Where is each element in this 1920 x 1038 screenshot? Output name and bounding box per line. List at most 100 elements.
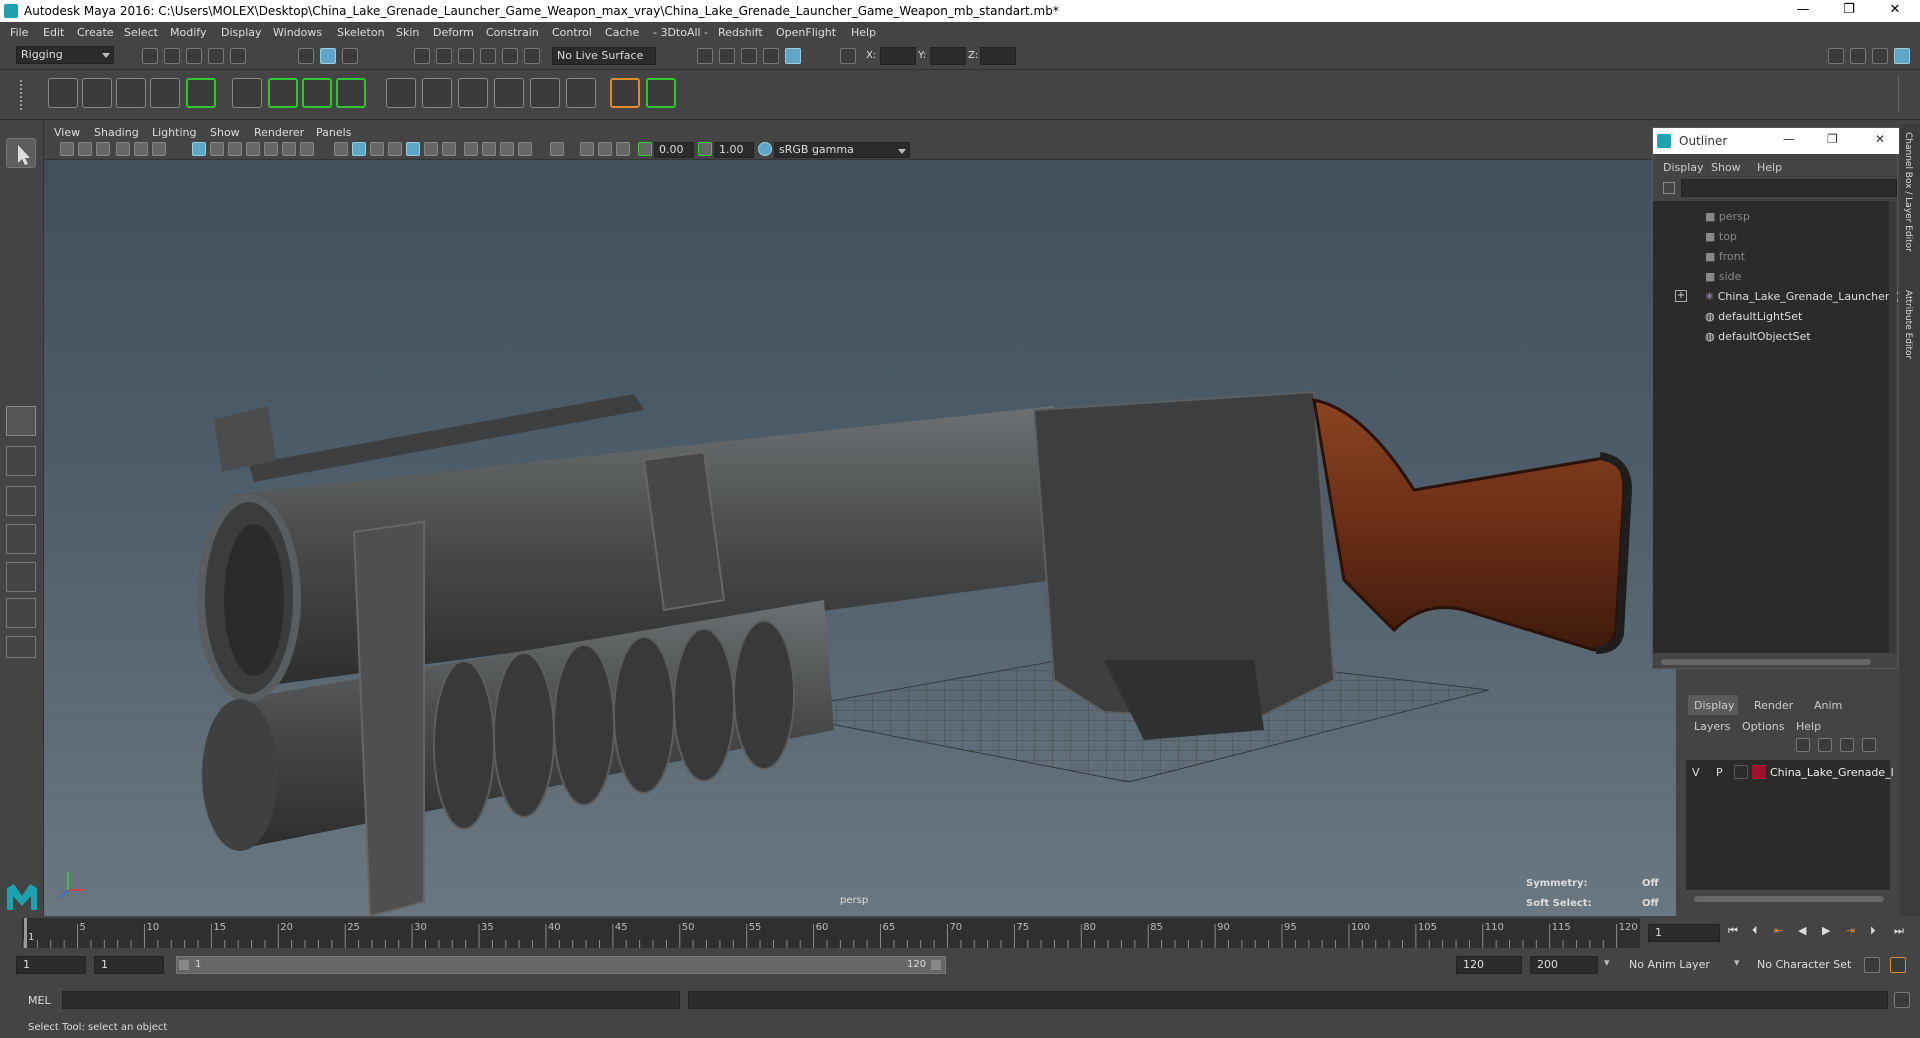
snap-magnet-icon[interactable] [524,48,540,64]
wireframe-icon[interactable] [334,142,348,156]
viewport-menu-show[interactable]: Show [210,126,240,139]
rotate-tool-icon[interactable] [6,272,36,302]
layer-visibility-toggle[interactable]: V [1692,766,1700,779]
go-to-end-icon[interactable]: ⏭ [1894,924,1904,938]
exposure-icon[interactable] [638,142,652,156]
cluster-icon[interactable] [336,78,366,108]
backface-culling-icon[interactable] [616,142,630,156]
bookmark-icon[interactable] [96,142,110,156]
depth-of-field-icon[interactable] [518,142,532,156]
select-hierarchy-icon[interactable] [298,48,314,64]
outliner-item-default-light-set[interactable]: ◍ defaultLightSet [1705,310,1802,323]
colorspace-dropdown[interactable]: sRGB gamma [774,142,910,158]
current-time-marker[interactable] [24,918,27,948]
layer-menu-options[interactable]: Options [1742,720,1784,733]
shadows-icon[interactable] [442,142,456,156]
undo-icon[interactable] [208,48,224,64]
scale-constraint-icon[interactable] [494,78,524,108]
script-editor-icon[interactable] [1894,992,1910,1008]
bind-skin-icon[interactable] [232,78,262,108]
menu-openflight[interactable]: OpenFlight [776,26,836,39]
outliner-item-model[interactable]: ✳ China_Lake_Grenade_Launcher_( [1705,290,1899,303]
tab-attribute-editor[interactable]: Attribute Editor [1903,290,1913,359]
outliner-vertical-scrollbar[interactable] [1889,201,1897,653]
outliner-menu-show[interactable]: Show [1711,161,1741,174]
outliner-item-top[interactable]: ■ top [1705,230,1737,243]
layer-type-toggle[interactable] [1734,765,1748,779]
film-gate-icon[interactable] [210,142,224,156]
single-perspective-layout-icon[interactable] [6,406,36,436]
resolution-gate-icon[interactable] [228,142,242,156]
new-scene-icon[interactable] [142,48,158,64]
step-forward-frame-icon[interactable]: ⇥ [1846,924,1855,937]
persp-graph-layout-icon[interactable] [6,562,36,592]
menu-redshift[interactable]: Redshift [718,26,763,39]
end-time-field[interactable]: 200 [1530,956,1598,974]
menu-windows[interactable]: Windows [273,26,322,39]
lasso-tool-icon[interactable] [6,172,36,202]
new-layer-selected-icon[interactable] [1862,738,1876,752]
smooth-shade-icon[interactable] [352,142,366,156]
xray-icon[interactable] [388,142,402,156]
ipr-render-icon[interactable] [741,48,757,64]
shelf-scroll-icon[interactable] [1898,76,1910,112]
move-layer-down-icon[interactable] [1818,738,1832,752]
scale-tool-icon[interactable] [6,306,36,336]
tab-render[interactable]: Render [1754,699,1793,712]
orient-joint-icon[interactable] [150,78,180,108]
outliner-filter-icon[interactable] [1663,182,1675,194]
menu-constrain[interactable]: Constrain [486,26,539,39]
anim-layer-dropdown[interactable]: No Anim Layer [1624,956,1744,974]
outliner-minimize-button[interactable]: — [1783,132,1795,146]
select-component-icon[interactable] [342,48,358,64]
menu-cache[interactable]: Cache [605,26,639,39]
xray-joints-icon[interactable] [580,142,594,156]
outliner-horizontal-scrollbar[interactable] [1661,659,1871,665]
color-management-icon[interactable] [758,142,772,156]
menu-edit[interactable]: Edit [43,26,64,39]
wireframe-on-shaded-icon[interactable] [370,142,384,156]
mirror-joint-icon[interactable] [116,78,146,108]
menu-select[interactable]: Select [124,26,158,39]
viewport-menu-lighting[interactable]: Lighting [152,126,196,139]
step-forward-key-icon[interactable]: ⏵ [1870,924,1876,938]
expand-plus-icon[interactable]: + [1675,290,1687,302]
new-layer-icon[interactable] [1840,738,1854,752]
menu-3dtoall[interactable]: - 3DtoAll - [653,26,708,39]
x-field[interactable] [880,47,916,65]
menu-create[interactable]: Create [77,26,114,39]
move-tool-icon[interactable] [6,238,36,268]
scene-render[interactable] [44,160,1676,916]
paint-weights-icon[interactable] [268,78,298,108]
paint-select-tool-icon[interactable] [6,206,36,236]
joint-tool-icon[interactable] [48,78,78,108]
animation-preferences-icon[interactable] [1890,957,1906,973]
orient-constraint-icon[interactable] [458,78,488,108]
viewport-panel[interactable]: View Shading Lighting Show Renderer Pane… [44,124,1676,916]
outliner-close-button[interactable]: ✕ [1875,132,1885,146]
isolate-select-icon[interactable] [550,142,564,156]
restore-button[interactable]: ❐ [1826,0,1872,22]
tab-display[interactable]: Display [1688,695,1738,715]
viewport-menu-renderer[interactable]: Renderer [254,126,304,139]
viewport-menu-shading[interactable]: Shading [94,126,139,139]
menu-deform[interactable]: Deform [433,26,474,39]
layer-row[interactable]: V P China_Lake_Grenade_l [1686,762,1894,782]
viewport-menu-panels[interactable]: Panels [316,126,351,139]
layer-color-swatch[interactable] [1752,765,1766,779]
pole-vector-icon[interactable] [566,78,596,108]
save-scene-icon[interactable] [186,48,202,64]
chevron-down-icon[interactable]: ▾ [1734,956,1740,969]
menu-modify[interactable]: Modify [170,26,206,39]
menu-control[interactable]: Control [552,26,592,39]
menu-set-dropdown[interactable]: Rigging [16,46,114,64]
gamma-icon[interactable] [698,142,712,156]
hik-icon[interactable] [646,78,676,108]
exposure-field[interactable]: 0.00 [654,142,694,158]
two-view-layout-icon[interactable] [6,486,36,516]
point-constraint-icon[interactable] [422,78,452,108]
select-camera-icon[interactable] [60,142,74,156]
play-forwards-icon[interactable]: ▶ [1822,924,1830,937]
current-frame-field[interactable]: 1 [1648,924,1720,942]
gamma-field[interactable]: 1.00 [714,142,754,158]
